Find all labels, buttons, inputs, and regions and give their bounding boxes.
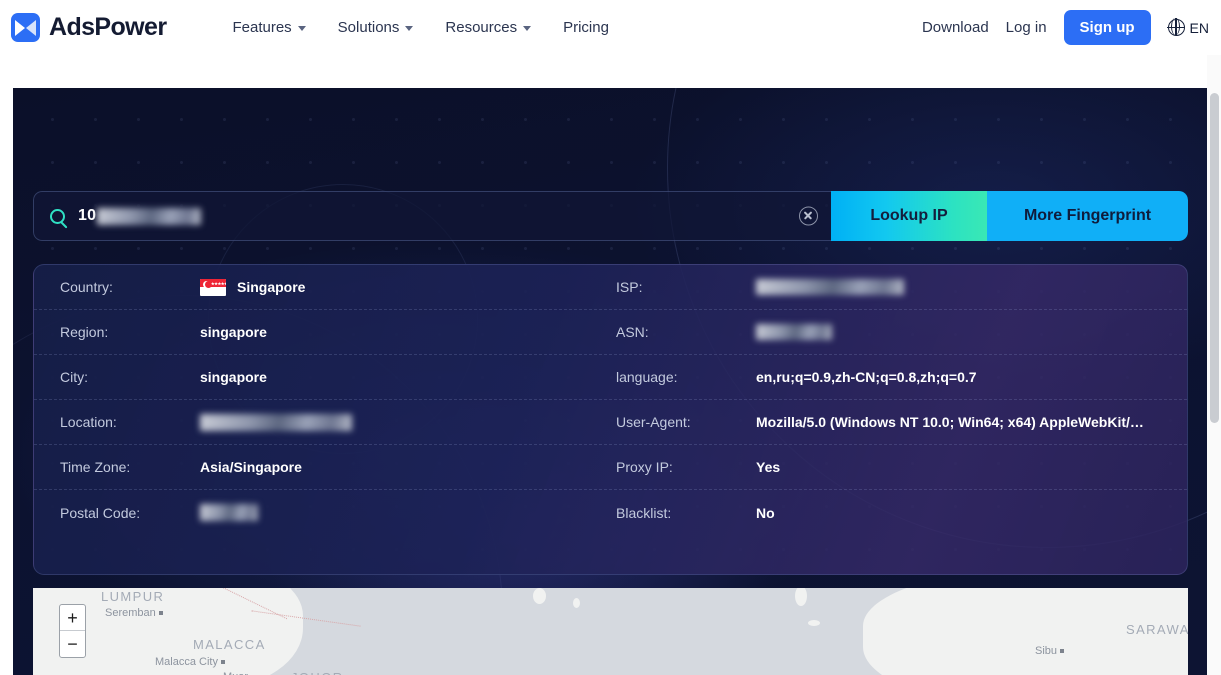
map-island — [808, 620, 820, 626]
ip-lookup-hero-panel: 10 Lookup IP More Fingerprint Country: ★… — [13, 88, 1207, 675]
info-value-isp — [756, 279, 904, 295]
chevron-down-icon — [405, 26, 414, 31]
info-cell-city: City: singapore — [34, 355, 616, 399]
info-label-postal-code: Postal Code: — [60, 504, 141, 521]
info-label-country: Country: — [60, 279, 113, 295]
login-link[interactable]: Log in — [1006, 19, 1047, 36]
info-label-region: Region: — [60, 324, 109, 340]
search-value-prefix: 10 — [78, 207, 97, 224]
redacted-location-text — [200, 413, 352, 431]
page-scrollbar-track[interactable] — [1207, 55, 1221, 675]
info-value-asn — [756, 324, 832, 340]
info-value-language: en,ru;q=0.9,zh-CN;q=0.8,zh;q=0.7 — [756, 369, 977, 385]
info-value-time-zone: Asia/Singapore — [200, 459, 302, 475]
info-label-time-zone: Time Zone: — [60, 459, 131, 475]
info-label-user-agent: User-Agent: — [616, 414, 691, 430]
search-icon — [50, 208, 65, 224]
info-row: Postal Code: Blacklist: No — [34, 490, 1187, 535]
info-label-asn: ASN: — [616, 324, 649, 340]
info-value-blacklist: No — [756, 504, 775, 521]
info-label-location: Location: — [60, 414, 117, 430]
search-input[interactable]: 10 — [33, 191, 831, 241]
map-landmass — [128, 588, 303, 675]
info-row: Time Zone: Asia/Singapore Proxy IP: Yes — [34, 445, 1187, 490]
info-value-user-agent: Mozilla/5.0 (Windows NT 10.0; Win64; x64… — [756, 414, 1144, 430]
map-island — [1043, 592, 1052, 608]
download-link[interactable]: Download — [922, 19, 989, 36]
nav-item-resources[interactable]: Resources — [445, 19, 532, 36]
map-island — [533, 588, 546, 604]
map-zoom-in-button[interactable]: + — [60, 605, 85, 631]
info-cell-region: Region: singapore — [34, 310, 616, 354]
info-cell-location: Location: — [34, 400, 616, 444]
clear-search-icon[interactable] — [799, 206, 818, 226]
info-cell-postal-code: Postal Code: — [34, 490, 616, 535]
info-row: Location: User-Agent: Mozilla/5.0 (Windo… — [34, 400, 1187, 445]
info-value-country-text: Singapore — [237, 279, 306, 295]
signup-button[interactable]: Sign up — [1063, 10, 1151, 45]
nav-item-features-label: Features — [232, 19, 292, 36]
info-row: City: singapore language: en,ru;q=0.9,zh… — [34, 355, 1187, 400]
nav-item-resources-label: Resources — [445, 19, 518, 36]
info-cell-country: Country: ★★★★★ Singapore — [34, 265, 616, 309]
map-zoom-out-button[interactable]: − — [60, 631, 85, 657]
ip-search-row: 10 Lookup IP More Fingerprint — [33, 191, 1188, 241]
page-left-margin — [0, 55, 13, 675]
info-label-proxy-ip: Proxy IP: — [616, 459, 673, 475]
info-cell-blacklist: Blacklist: No — [616, 490, 1187, 535]
info-value-location — [200, 413, 352, 431]
info-value-postal-code — [200, 504, 258, 521]
ip-info-card: Country: ★★★★★ Singapore ISP: Region: si… — [33, 264, 1188, 575]
nav-item-pricing[interactable]: Pricing — [563, 19, 609, 36]
chevron-down-icon — [297, 26, 306, 31]
location-map[interactable]: LUMPUR Seremban MALACCA Malacca City Mua… — [33, 588, 1188, 675]
nav-actions: Download Log in Sign up EN — [922, 10, 1209, 45]
info-cell-asn: ASN: — [616, 310, 1187, 354]
info-label-isp: ISP: — [616, 279, 643, 295]
redacted-ip-text — [97, 207, 202, 225]
redacted-isp-text — [756, 279, 904, 295]
info-value-country: ★★★★★ Singapore — [200, 278, 306, 296]
info-cell-time-zone: Time Zone: Asia/Singapore — [34, 445, 616, 489]
page-scrollbar-thumb[interactable] — [1210, 93, 1219, 423]
nav-item-features[interactable]: Features — [232, 19, 306, 36]
redacted-asn-text — [756, 324, 832, 340]
info-value-city: singapore — [200, 369, 267, 385]
info-row: Country: ★★★★★ Singapore ISP: — [34, 265, 1187, 310]
singapore-flag-icon: ★★★★★ — [200, 278, 226, 296]
info-value-region: singapore — [200, 324, 267, 340]
search-input-value: 10 — [78, 207, 202, 225]
more-fingerprint-button[interactable]: More Fingerprint — [987, 191, 1188, 241]
chevron-down-icon — [523, 26, 532, 31]
brand-name: AdsPower — [49, 13, 167, 41]
info-label-blacklist: Blacklist: — [616, 504, 672, 521]
nav-item-solutions[interactable]: Solutions — [338, 19, 414, 36]
adspower-logo-icon — [11, 13, 40, 42]
globe-icon — [1166, 18, 1185, 36]
map-zoom-controls: + − — [59, 604, 86, 658]
nav-item-pricing-label: Pricing — [563, 19, 609, 36]
map-island — [573, 598, 580, 608]
brand-logo[interactable]: AdsPower — [11, 13, 167, 42]
info-cell-language: language: en,ru;q=0.9,zh-CN;q=0.8,zh;q=0… — [616, 355, 1187, 399]
language-switcher[interactable]: EN — [1166, 18, 1209, 36]
info-cell-user-agent: User-Agent: Mozilla/5.0 (Windows NT 10.0… — [616, 400, 1187, 444]
info-label-language: language: — [616, 369, 678, 385]
lookup-ip-button[interactable]: Lookup IP — [831, 191, 987, 241]
language-code: EN — [1189, 19, 1209, 36]
info-row: Region: singapore ASN: — [34, 310, 1187, 355]
map-landmass — [863, 588, 1188, 675]
info-label-city: City: — [60, 369, 88, 385]
info-cell-proxy-ip: Proxy IP: Yes — [616, 445, 1187, 489]
info-value-proxy-ip: Yes — [756, 459, 781, 475]
info-cell-isp: ISP: — [616, 265, 1187, 309]
nav-item-solutions-label: Solutions — [337, 19, 400, 36]
top-navbar: AdsPower Features Solutions Resources Pr… — [0, 0, 1221, 55]
redacted-postal-code-text — [200, 504, 258, 521]
primary-nav: Features Solutions Resources Pricing — [232, 19, 608, 36]
